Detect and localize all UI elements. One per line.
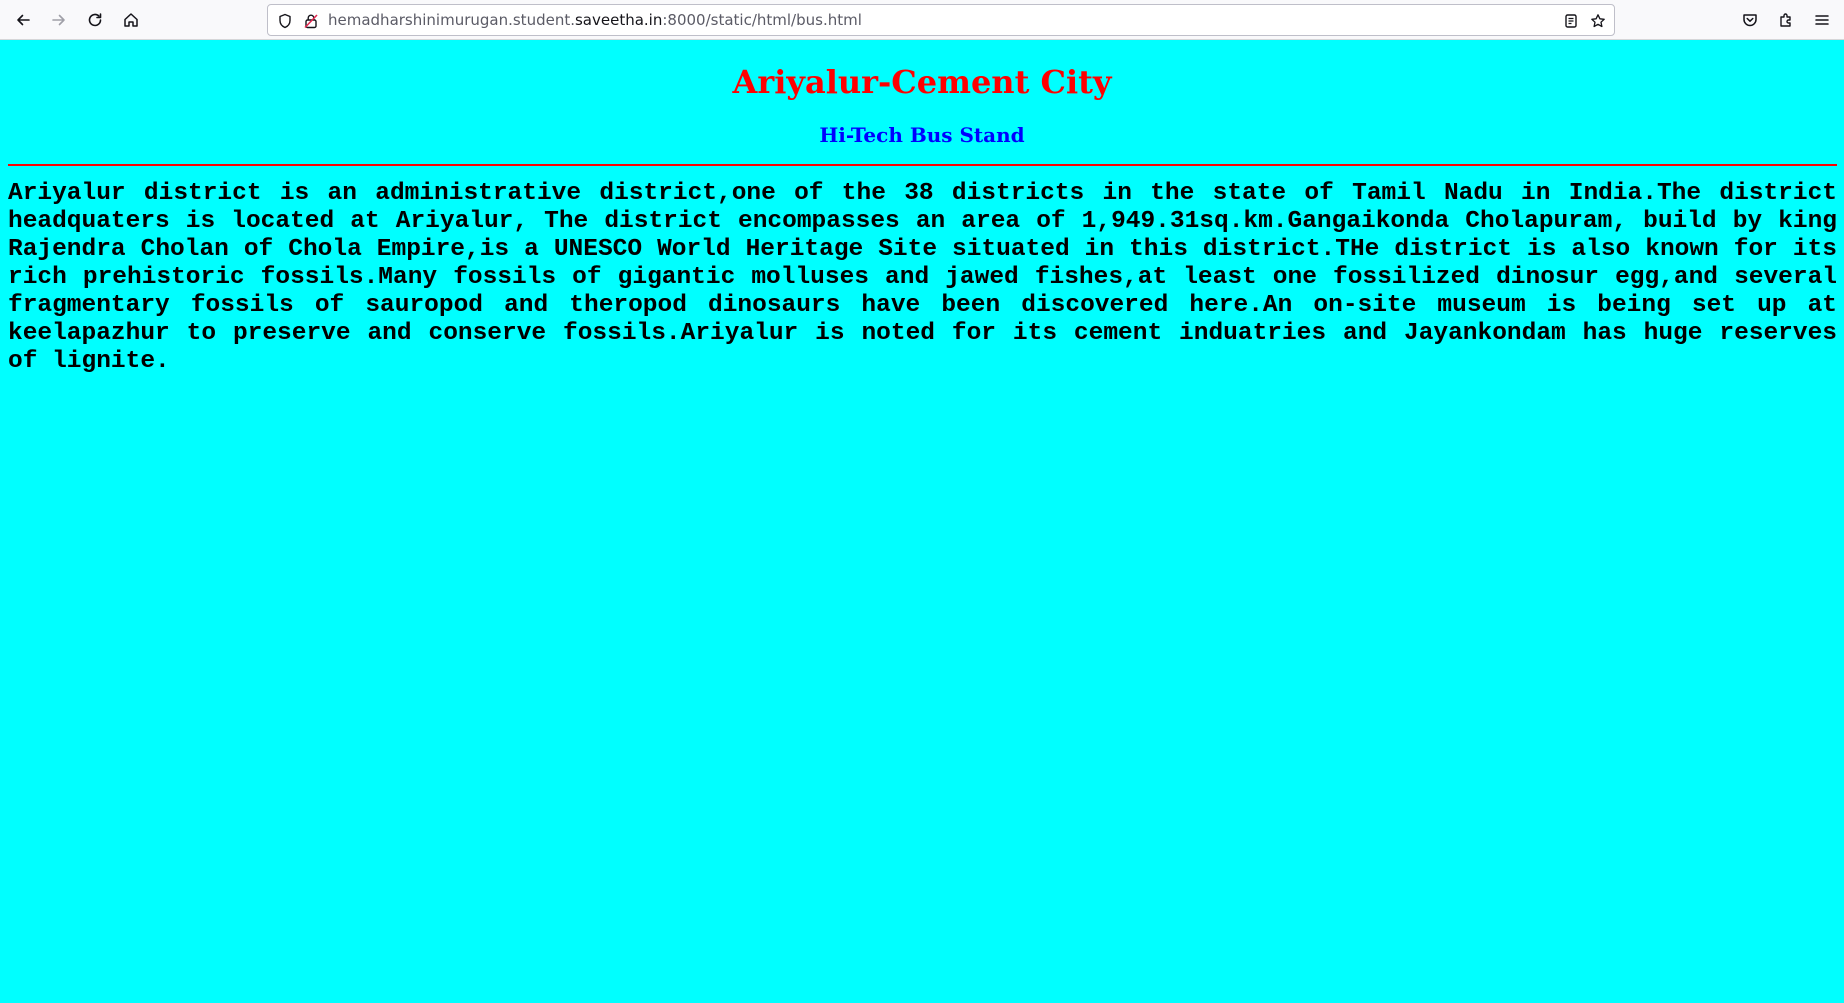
bookmark-star-icon[interactable] xyxy=(1588,11,1608,31)
page-title: Ariyalur-Cement City xyxy=(732,63,1112,101)
pocket-icon xyxy=(1743,14,1757,27)
shield-icon[interactable] xyxy=(275,11,295,31)
forward-arrow-icon xyxy=(52,14,65,26)
reader-view-icon[interactable] xyxy=(1561,11,1581,31)
extensions-button[interactable] xyxy=(1772,6,1800,34)
browser-toolbar: hemadharshinimurugan.student.saveetha.in… xyxy=(0,0,1844,40)
horizontal-rule xyxy=(8,164,1837,166)
hamburger-menu-icon xyxy=(1815,15,1829,25)
menu-button[interactable] xyxy=(1808,6,1836,34)
url-prefix: hemadharshinimurugan.student. xyxy=(328,11,575,29)
district-description: Ariyalur district is an administrative d… xyxy=(8,180,1837,375)
url-text[interactable]: hemadharshinimurugan.student.saveetha.in… xyxy=(328,5,862,35)
forward-button[interactable] xyxy=(45,6,73,34)
url-domain: saveetha.in xyxy=(574,11,663,29)
url-bar[interactable]: hemadharshinimurugan.student.saveetha.in… xyxy=(267,4,1615,36)
back-button[interactable] xyxy=(9,6,37,34)
reload-button[interactable] xyxy=(81,6,109,34)
reload-icon xyxy=(88,13,102,27)
pocket-button[interactable] xyxy=(1736,6,1764,34)
page-content: Ariyalur-Cement City Hi-Tech Bus Stand A… xyxy=(0,41,1844,1003)
url-suffix: :8000/static/html/bus.html xyxy=(662,11,862,29)
home-button[interactable] xyxy=(117,6,145,34)
back-arrow-icon xyxy=(17,14,30,26)
page-subtitle: Hi-Tech Bus Stand xyxy=(819,123,1025,147)
home-icon xyxy=(124,13,138,27)
insecure-lock-icon[interactable] xyxy=(301,11,321,31)
extensions-icon xyxy=(1780,13,1791,27)
